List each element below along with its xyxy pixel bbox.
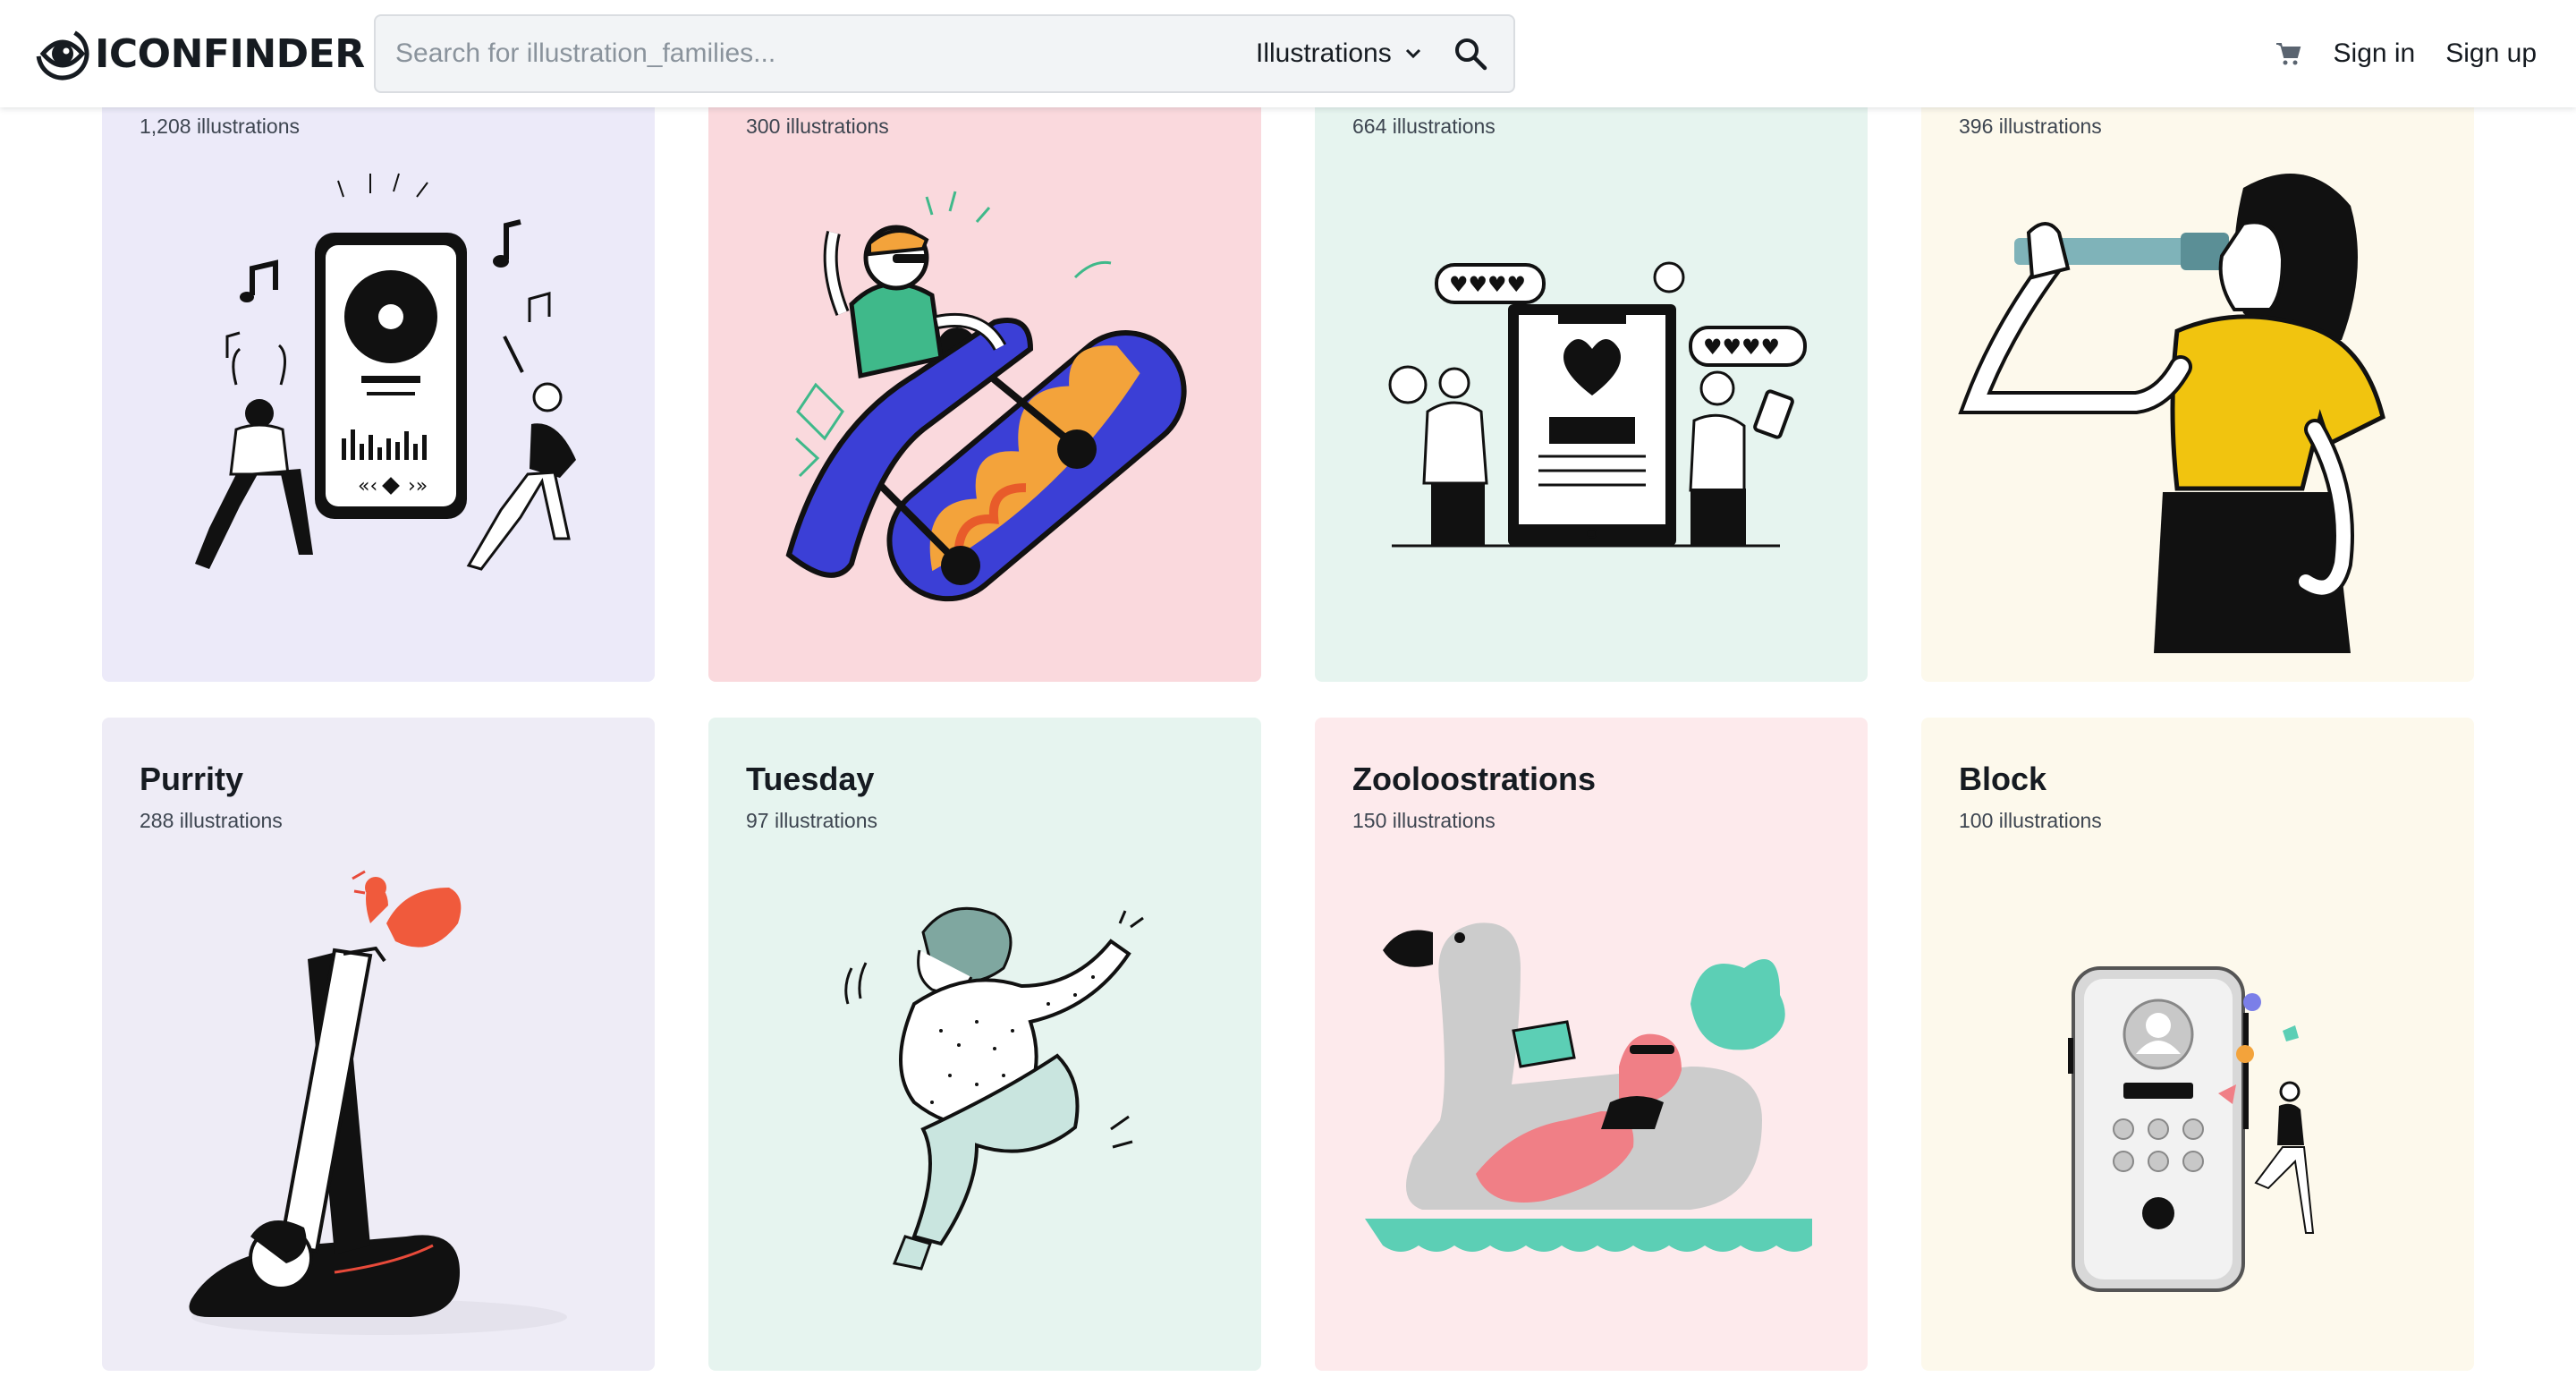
chevron-down-icon: [1405, 48, 1420, 59]
search-type-dropdown[interactable]: Illustrations: [1256, 16, 1422, 91]
card-title: Block: [1959, 761, 2047, 797]
svg-text:♥♥♥♥: ♥♥♥♥: [1449, 272, 1526, 297]
card-count: 396 illustrations: [1959, 115, 2102, 138]
search-input[interactable]: [395, 16, 1218, 91]
zooloostrations-illustration: [1365, 922, 1812, 1252]
family-card-4[interactable]: 396 illustrations: [1921, 36, 2474, 682]
cart-button[interactable]: [2273, 38, 2303, 69]
family-card-3[interactable]: 664 illustrations ♥♥♥♥ ♥♥♥♥: [1315, 36, 1868, 682]
card-count: 1,208 illustrations: [140, 115, 300, 138]
search-icon: [1455, 38, 1487, 71]
svg-text:♥♥♥♥: ♥♥♥♥: [1703, 335, 1780, 360]
card-count: 288 illustrations: [140, 809, 283, 832]
sign-in-link[interactable]: Sign in: [2334, 38, 2416, 69]
account-nav: Sign in Sign up: [2273, 0, 2537, 107]
cart-icon: [2275, 43, 2301, 65]
skateboard-illustration: [785, 191, 1187, 602]
music-illustration: «‹ ›»: [195, 173, 576, 571]
family-card-purrity[interactable]: Purrity 288 illustrations: [102, 718, 655, 1371]
iconfinder-logo[interactable]: ICONFINDER: [36, 25, 365, 82]
sign-up-link[interactable]: Sign up: [2445, 38, 2537, 69]
top-navbar: ICONFINDER Illustrations Sign in Sign up: [0, 0, 2576, 107]
card-count: 100 illustrations: [1959, 809, 2102, 832]
card-title: Zooloostrations: [1352, 761, 1596, 797]
search-bar: Illustrations: [374, 14, 1515, 93]
family-card-block[interactable]: Block 100 illustrations: [1921, 718, 2474, 1371]
svg-text:«‹: «‹: [358, 475, 377, 497]
family-card-tuesday[interactable]: Tuesday 97 illustrations: [708, 718, 1261, 1371]
card-count: 300 illustrations: [746, 115, 889, 138]
purrity-illustration: [189, 870, 567, 1335]
block-illustration: [2068, 966, 2315, 1292]
card-count: 97 illustrations: [746, 809, 878, 832]
card-title: Purrity: [140, 761, 244, 797]
search-type-label: Illustrations: [1256, 38, 1392, 68]
svg-text:›»: ›»: [408, 475, 428, 497]
family-card-2[interactable]: 300 illustrations: [708, 36, 1261, 682]
social-app-illustration: ♥♥♥♥ ♥♥♥♥: [1388, 261, 1807, 548]
logo-text: ICONFINDER: [95, 30, 365, 77]
card-count: 150 illustrations: [1352, 809, 1496, 832]
eye-logo-icon: [36, 27, 89, 81]
telescope-woman-illustration: [1958, 174, 2385, 653]
family-card-zooloostrations[interactable]: Zooloostrations 150 illustrations: [1315, 718, 1868, 1371]
tuesday-illustration: [844, 906, 1144, 1271]
family-card-1[interactable]: 1,208 illustrations «‹ ›»: [102, 36, 655, 682]
card-count: 664 illustrations: [1352, 115, 1496, 138]
search-button[interactable]: [1445, 29, 1496, 79]
card-title: Tuesday: [746, 761, 875, 797]
